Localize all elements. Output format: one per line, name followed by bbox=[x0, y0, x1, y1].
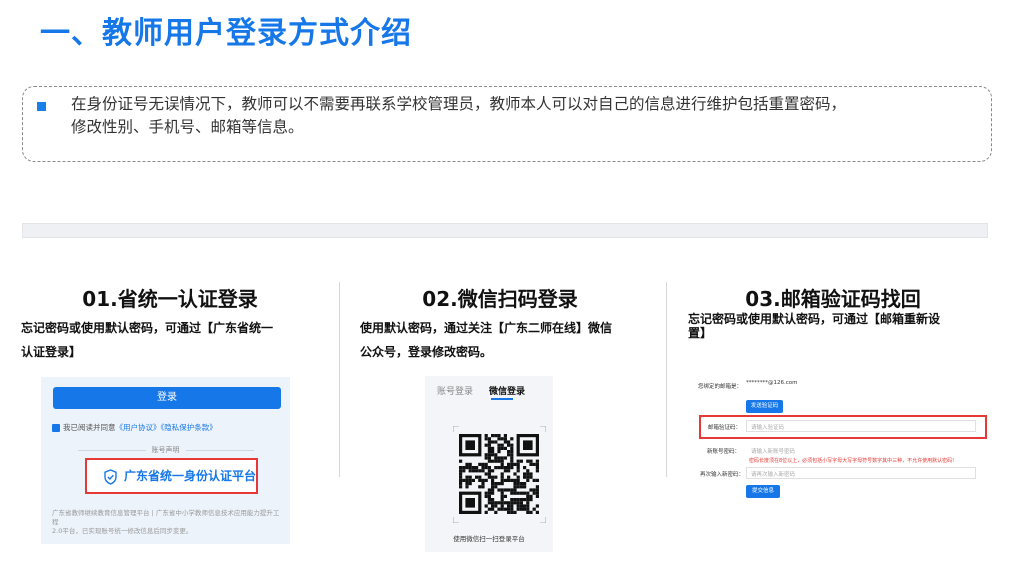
active-tab-indicator bbox=[491, 398, 513, 400]
privacy-link[interactable]: 《隐私保护条款》 bbox=[161, 423, 217, 432]
footer-line: 广东省教师继续教育信息管理平台 | 广东省中小学教师信息技术应用能力提升工程 bbox=[52, 509, 280, 526]
bullet-square-icon bbox=[37, 102, 46, 111]
code-label: 邮箱验证码： bbox=[708, 425, 742, 431]
desc-line: 忘记密码或使用默认密码，可通过【广东省统一 bbox=[21, 321, 274, 335]
desc-line: 认证登录】 bbox=[21, 345, 82, 359]
section-separator-bar bbox=[22, 223, 988, 238]
confirm-password-placeholder: 请再次输入新密码 bbox=[751, 472, 796, 478]
email-label: 您绑定的邮箱是： bbox=[698, 384, 743, 390]
intro-text: 在身份证号无误情况下，教师可以不需要再联系学校管理员，教师本人可以对自己的信息进… bbox=[71, 93, 975, 139]
desc-line: 置】 bbox=[688, 326, 713, 340]
section-heading-3: 03.邮箱验证码找回 bbox=[745, 287, 921, 311]
code-placeholder: 请输入验证码 bbox=[751, 425, 785, 431]
shield-check-icon bbox=[104, 468, 117, 485]
column-divider bbox=[666, 282, 667, 477]
desc-line: 公众号，登录修改密码。 bbox=[360, 345, 493, 359]
send-code-button[interactable]: 发送验证码 bbox=[746, 400, 783, 413]
section-heading-1: 01.省统一认证登录 bbox=[82, 287, 258, 311]
section-desc-2: 使用默认密码，通过关注【广东二师在线】微信 公众号，登录修改密码。 bbox=[360, 316, 660, 364]
section-desc-1: 忘记密码或使用默认密码，可通过【广东省统一 认证登录】 bbox=[21, 316, 331, 364]
new-password-input[interactable]: 请输入新账号密码 bbox=[751, 447, 795, 455]
account-statement: 账号声明 bbox=[41, 445, 290, 455]
id-platform-label: 广东省统一身份认证平台 bbox=[124, 469, 257, 483]
checkbox-checked-icon[interactable] bbox=[52, 424, 60, 432]
login-button[interactable]: 登录 bbox=[53, 387, 281, 409]
agree-prefix: 我已阅读并同意 bbox=[63, 423, 116, 432]
id-platform-button[interactable]: 广东省统一身份认证平台 bbox=[85, 458, 258, 494]
section-heading-2: 02.微信扫码登录 bbox=[422, 287, 578, 311]
password-rule-warning: 密码长度须在8位以上，必须包括小写字母大写字母符号数字其中三种，不允许使用默认密… bbox=[749, 458, 955, 464]
column-divider bbox=[339, 282, 340, 477]
qr-code-icon bbox=[453, 426, 546, 523]
page-title: 一、教师用户登录方式介绍 bbox=[40, 16, 412, 51]
new-password-label: 新账号密码： bbox=[707, 449, 741, 455]
email-reset-screenshot: 您绑定的邮箱是： ********@126.com 发送验证码 邮箱验证码： 请… bbox=[688, 373, 989, 501]
desc-line: 忘记密码或使用默认密码，可通过【邮箱重新设 bbox=[688, 312, 941, 326]
platform-footer-note: 广东省教师继续教育信息管理平台 | 广东省中小学教师信息技术应用能力提升工程 2… bbox=[52, 509, 284, 536]
desc-line: 使用默认密码，通过关注【广东二师在线】微信 bbox=[360, 321, 613, 335]
confirm-password-label: 再次输入新密码： bbox=[700, 472, 745, 478]
wechat-login-screenshot: 账号登录 微信登录 使用微信扫一扫登录平台 bbox=[425, 376, 553, 552]
intro-line-2: 修改性别、手机号、邮箱等信息。 bbox=[71, 118, 304, 136]
tab-wechat-login[interactable]: 微信登录 bbox=[489, 384, 525, 397]
intro-box: 在身份证号无误情况下，教师可以不需要再联系学校管理员，教师本人可以对自己的信息进… bbox=[22, 86, 992, 162]
footer-line: 2.0平台，已实现账号统一修改信息后同步变更。 bbox=[52, 527, 193, 535]
tab-account-login[interactable]: 账号登录 bbox=[437, 384, 473, 397]
id-login-screenshot: 登录 我已阅读并同意《用户协议》《隐私保护条款》 账号声明 广东省统一身份认证平… bbox=[41, 377, 290, 544]
user-agreement-link[interactable]: 《用户协议》 bbox=[116, 423, 161, 432]
agreement-row: 我已阅读并同意《用户协议》《隐私保护条款》 bbox=[52, 422, 217, 433]
submit-button[interactable]: 提交信息 bbox=[746, 485, 780, 498]
intro-line-1: 在身份证号无误情况下，教师可以不需要再联系学校管理员，教师本人可以对自己的信息进… bbox=[71, 95, 847, 113]
email-value: ********@126.com bbox=[746, 380, 798, 386]
qr-caption: 使用微信扫一扫登录平台 bbox=[453, 535, 525, 543]
section-desc-3: 忘记密码或使用默认密码，可通过【邮箱重新设 置】 bbox=[688, 312, 998, 340]
